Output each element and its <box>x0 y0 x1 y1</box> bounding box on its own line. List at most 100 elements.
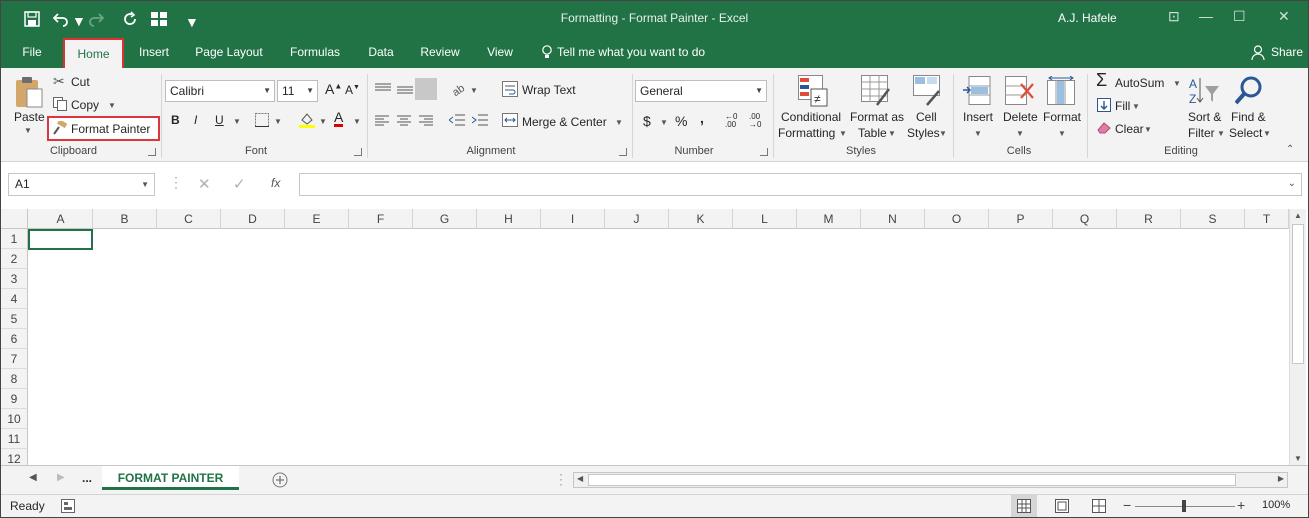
cut-button[interactable]: Cut <box>71 75 90 89</box>
font-color-icon[interactable]: A <box>334 110 344 127</box>
paste-button[interactable]: Paste <box>14 110 45 124</box>
copy-button[interactable]: Copy <box>71 98 99 112</box>
sheet-tab-format-painter[interactable]: FORMAT PAINTER <box>102 466 239 490</box>
macro-record-icon[interactable] <box>61 499 75 513</box>
tell-me-search[interactable]: Tell me what you want to do <box>557 37 717 68</box>
number-format-combo[interactable]: General ▼ <box>635 80 767 102</box>
column-header-a[interactable]: A <box>29 209 93 229</box>
column-header-f[interactable]: F <box>349 209 413 229</box>
column-header-d[interactable]: D <box>221 209 285 229</box>
orientation-icon[interactable]: ab <box>451 80 467 96</box>
zoom-out-icon[interactable]: − <box>1123 497 1131 513</box>
formula-input[interactable]: ⌄ <box>299 173 1302 196</box>
align-right-icon[interactable] <box>419 115 433 127</box>
alignment-launcher-icon[interactable] <box>619 148 627 156</box>
delete-cells-button[interactable]: Delete <box>1003 110 1038 124</box>
currency-button[interactable]: $ <box>643 113 651 129</box>
zoom-slider-thumb[interactable] <box>1182 500 1186 512</box>
row-header-4[interactable]: 4 <box>1 289 28 309</box>
find-select-label-2[interactable]: Select <box>1229 126 1262 140</box>
prev-sheet-icon[interactable]: ◀ <box>29 472 37 483</box>
delete-dropdown-icon[interactable]: ▼ <box>1016 129 1024 138</box>
insert-cells-button[interactable]: Insert <box>963 110 993 124</box>
middle-align-icon[interactable] <box>397 85 413 95</box>
cell-styles-label-1[interactable]: Cell <box>916 110 937 124</box>
fill-dropdown-icon[interactable]: ▼ <box>1132 102 1140 111</box>
row-header-3[interactable]: 3 <box>1 269 28 289</box>
scroll-right-icon[interactable]: ▶ <box>1278 474 1284 483</box>
column-header-b[interactable]: B <box>93 209 157 229</box>
fill-button[interactable]: Fill <box>1115 99 1130 113</box>
scroll-left-icon[interactable]: ◀ <box>577 474 583 483</box>
select-all-corner[interactable] <box>1 209 28 229</box>
tab-formulas[interactable]: Formulas <box>281 37 349 68</box>
scroll-up-icon[interactable]: ▲ <box>1294 211 1302 220</box>
underline-dropdown-icon[interactable]: ▼ <box>233 117 241 126</box>
sort-filter-label-1[interactable]: Sort & <box>1188 110 1221 124</box>
copy-icon[interactable] <box>53 97 67 111</box>
active-cell-a1[interactable] <box>28 229 93 250</box>
merge-center-button[interactable]: Merge & Center <box>522 115 607 129</box>
horizontal-scrollbar[interactable]: ◀ ▶ <box>573 472 1288 488</box>
paste-icon[interactable] <box>15 76 43 108</box>
worksheet-grid[interactable]: ABCDEFGHIJKLMNOPQRST 1 2 3 4 5 6 7 8 9 10 11 12 ▲ ▼ <box>1 206 1308 469</box>
column-header-s[interactable]: S <box>1181 209 1245 229</box>
row-header-9[interactable]: 9 <box>1 389 28 409</box>
more-sheets-button[interactable]: ... <box>82 471 92 485</box>
clear-dropdown-icon[interactable]: ▼ <box>1144 125 1152 134</box>
font-color-dropdown-icon[interactable]: ▼ <box>353 117 361 126</box>
conditional-formatting-label-2[interactable]: Formatting <box>778 126 835 140</box>
column-header-p[interactable]: P <box>989 209 1053 229</box>
grow-font-icon[interactable]: A▲ <box>325 81 342 97</box>
row-header-11[interactable]: 11 <box>1 429 28 449</box>
collapse-ribbon-icon[interactable]: ⌃ <box>1286 144 1294 155</box>
copy-dropdown-icon[interactable]: ▼ <box>108 101 116 110</box>
chevron-down-icon[interactable]: ▼ <box>141 174 149 195</box>
eraser-icon[interactable] <box>1097 122 1111 134</box>
scroll-thumb[interactable] <box>588 474 1236 486</box>
borders-dropdown-icon[interactable]: ▼ <box>274 117 282 126</box>
decrease-indent-icon[interactable] <box>449 114 465 127</box>
insert-cells-icon[interactable] <box>963 76 991 106</box>
page-break-view-icon[interactable] <box>1092 499 1106 513</box>
conditional-formatting-label-1[interactable]: Conditional <box>781 110 841 124</box>
align-center-icon[interactable] <box>397 115 411 127</box>
percent-button[interactable]: % <box>675 113 687 129</box>
align-left-icon[interactable] <box>375 115 389 127</box>
bottom-align-icon[interactable] <box>415 78 437 100</box>
find-select-dropdown-icon[interactable]: ▼ <box>1263 129 1271 138</box>
name-box[interactable]: A1 ▼ <box>8 173 155 196</box>
chevron-down-icon[interactable]: ▼ <box>263 81 271 101</box>
column-header-l[interactable]: L <box>733 209 797 229</box>
chevron-down-icon[interactable]: ⌄ <box>1288 178 1296 189</box>
format-as-table-icon[interactable] <box>861 75 891 107</box>
find-select-label-1[interactable]: Find & <box>1231 110 1266 124</box>
chevron-down-icon[interactable]: ▼ <box>755 81 763 101</box>
scroll-down-icon[interactable]: ▼ <box>1294 454 1302 463</box>
scroll-thumb[interactable] <box>1292 224 1304 364</box>
splitter-icon[interactable]: ⋮ <box>554 471 568 488</box>
cell-styles-label-2[interactable]: Styles <box>907 126 940 140</box>
row-header-8[interactable]: 8 <box>1 369 28 389</box>
tab-view[interactable]: View <box>479 37 521 68</box>
column-header-t[interactable]: T <box>1245 209 1289 229</box>
next-sheet-icon[interactable]: ▶ <box>57 472 65 483</box>
chevron-down-icon[interactable]: ▼ <box>306 81 314 101</box>
fill-icon[interactable] <box>1097 98 1111 112</box>
conditional-dropdown-icon[interactable]: ▼ <box>839 129 847 138</box>
format-as-table-label-2[interactable]: Table <box>858 126 887 140</box>
clear-button[interactable]: Clear <box>1115 122 1144 136</box>
clipboard-launcher-icon[interactable] <box>148 148 156 156</box>
autosum-dropdown-icon[interactable]: ▼ <box>1173 79 1181 88</box>
italic-button[interactable]: I <box>194 113 197 127</box>
paste-dropdown-icon[interactable]: ▼ <box>24 126 32 135</box>
cut-icon[interactable]: ✂ <box>53 73 65 90</box>
column-header-k[interactable]: K <box>669 209 733 229</box>
autosum-button[interactable]: AutoSum <box>1115 76 1164 90</box>
row-header-2[interactable]: 2 <box>1 249 28 269</box>
cell-styles-icon[interactable] <box>913 75 943 107</box>
sort-filter-icon[interactable]: AZ <box>1189 76 1221 106</box>
column-header-g[interactable]: G <box>413 209 477 229</box>
column-header-r[interactable]: R <box>1117 209 1181 229</box>
format-painter-button[interactable]: Format Painter <box>71 122 150 136</box>
